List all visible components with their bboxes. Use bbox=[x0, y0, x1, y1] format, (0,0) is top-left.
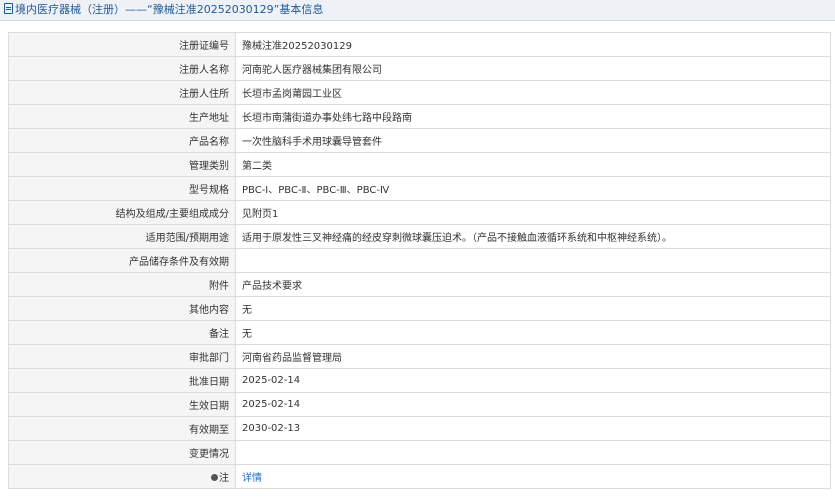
field-label: 管理类别 bbox=[8, 152, 236, 177]
field-label: 适用范围/预期用途 bbox=[8, 224, 236, 249]
field-value: 河南省药品监督管理局 bbox=[235, 344, 831, 369]
page-title: 境内医疗器械（注册）——“豫械注准20252030129”基本信息 bbox=[15, 3, 324, 16]
field-value: 2030-02-13 bbox=[235, 416, 831, 441]
table-row: 产品名称 一次性脑科手术用球囊导管套件 bbox=[8, 128, 831, 153]
field-value: 见附页1 bbox=[235, 200, 831, 225]
field-label: 批准日期 bbox=[8, 368, 236, 393]
table-row: 变更情况 bbox=[8, 440, 831, 465]
note-label-cell: 注 bbox=[8, 464, 236, 489]
table-row: 审批部门 河南省药品监督管理局 bbox=[8, 344, 831, 369]
field-value: 长垣市孟岗莆园工业区 bbox=[235, 80, 831, 105]
table-row-note: 注 详情 bbox=[8, 464, 831, 489]
field-label: 型号规格 bbox=[8, 176, 236, 201]
details-link[interactable]: 详情 bbox=[242, 473, 262, 484]
table-row: 附件 产品技术要求 bbox=[8, 272, 831, 297]
field-value: 无 bbox=[235, 320, 831, 345]
table-row: 注册证编号 豫械注准20252030129 bbox=[8, 32, 831, 57]
table-row: 适用范围/预期用途 适用于原发性三叉神经痛的经皮穿刺微球囊压迫术。（产品不接触血… bbox=[8, 224, 831, 249]
field-value: 适用于原发性三叉神经痛的经皮穿刺微球囊压迫术。（产品不接触血液循环系统和中枢神经… bbox=[235, 224, 831, 249]
table-row: 型号规格 PBC-Ⅰ、PBC-Ⅱ、PBC-Ⅲ、PBC-Ⅳ bbox=[8, 176, 831, 201]
field-label: 其他内容 bbox=[8, 296, 236, 321]
field-label: 产品储存条件及有效期 bbox=[8, 248, 236, 273]
document-icon bbox=[4, 3, 13, 14]
table-row: 有效期至 2030-02-13 bbox=[8, 416, 831, 441]
field-label: 变更情况 bbox=[8, 440, 236, 465]
table-row: 产品储存条件及有效期 bbox=[8, 248, 831, 273]
field-value: 无 bbox=[235, 296, 831, 321]
field-value: 豫械注准20252030129 bbox=[235, 32, 831, 57]
table-row: 批准日期 2025-02-14 bbox=[8, 368, 831, 393]
table-row: 结构及组成/主要组成成分 见附页1 bbox=[8, 200, 831, 225]
field-value: 长垣市南蒲街道办事处纬七路中段路南 bbox=[235, 104, 831, 129]
field-label: 注册证编号 bbox=[8, 32, 236, 57]
field-label: 有效期至 bbox=[8, 416, 236, 441]
field-label: 生效日期 bbox=[8, 392, 236, 417]
field-value: 2025-02-14 bbox=[235, 368, 831, 393]
field-label: 备注 bbox=[8, 320, 236, 345]
field-label: 产品名称 bbox=[8, 128, 236, 153]
table-row: 注册人名称 河南驼人医疗器械集团有限公司 bbox=[8, 56, 831, 81]
info-table: 注册证编号 豫械注准20252030129 注册人名称 河南驼人医疗器械集团有限… bbox=[8, 32, 831, 489]
field-value: 河南驼人医疗器械集团有限公司 bbox=[235, 56, 831, 81]
field-label: 注册人住所 bbox=[8, 80, 236, 105]
table-row: 生产地址 长垣市南蒲街道办事处纬七路中段路南 bbox=[8, 104, 831, 129]
note-value-cell: 详情 bbox=[235, 464, 831, 489]
field-label: 审批部门 bbox=[8, 344, 236, 369]
field-value: 一次性脑科手术用球囊导管套件 bbox=[235, 128, 831, 153]
field-value: 第二类 bbox=[235, 152, 831, 177]
field-value bbox=[235, 440, 831, 465]
info-table-body: 注册证编号 豫械注准20252030129 注册人名称 河南驼人医疗器械集团有限… bbox=[8, 32, 831, 489]
field-value: 产品技术要求 bbox=[235, 272, 831, 297]
table-row: 其他内容 无 bbox=[8, 296, 831, 321]
table-row: 注册人住所 长垣市孟岗莆园工业区 bbox=[8, 80, 831, 105]
table-row: 生效日期 2025-02-14 bbox=[8, 392, 831, 417]
field-value bbox=[235, 248, 831, 273]
info-table-container: 注册证编号 豫械注准20252030129 注册人名称 河南驼人医疗器械集团有限… bbox=[8, 32, 831, 489]
field-label: 附件 bbox=[8, 272, 236, 297]
field-value: PBC-Ⅰ、PBC-Ⅱ、PBC-Ⅲ、PBC-Ⅳ bbox=[235, 176, 831, 201]
note-icon bbox=[211, 474, 218, 481]
field-label: 注册人名称 bbox=[8, 56, 236, 81]
field-label: 生产地址 bbox=[8, 104, 236, 129]
field-value: 2025-02-14 bbox=[235, 392, 831, 417]
table-row: 管理类别 第二类 bbox=[8, 152, 831, 177]
table-row: 备注 无 bbox=[8, 320, 831, 345]
page-header: 境内医疗器械（注册）——“豫械注准20252030129”基本信息 bbox=[0, 0, 835, 21]
field-label: 结构及组成/主要组成成分 bbox=[8, 200, 236, 225]
note-label: 注 bbox=[219, 473, 229, 484]
